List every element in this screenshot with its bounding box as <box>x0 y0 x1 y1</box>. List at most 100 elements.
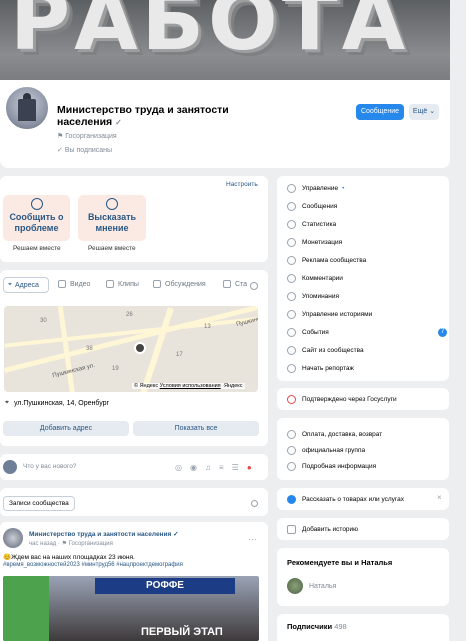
menu-item-messages[interactable]: Сообщения <box>287 197 447 215</box>
gosuslugi-row: Подтверждено через Госуслуги <box>287 390 447 408</box>
cover-text: РАБОТА <box>10 0 410 69</box>
post-meta: час назад · ⚑ Госорганизация <box>29 541 113 547</box>
tab-clips[interactable]: Клипы <box>106 280 139 288</box>
recommend-person[interactable]: Наталья <box>309 583 336 590</box>
details-icon <box>287 461 296 471</box>
map-attribution[interactable]: © Яндекс Условия использования ·Яндекс <box>132 383 245 389</box>
color-icon[interactable]: ● <box>247 463 252 472</box>
gear-icon <box>287 183 296 193</box>
post-text: 😊Ждем вас на наших площадках 23 июня. <box>3 554 135 561</box>
money-icon <box>287 237 296 247</box>
map-marker-icon[interactable] <box>134 342 146 354</box>
events-badge: 7 <box>438 327 447 337</box>
map-label: 13 <box>204 324 211 330</box>
tab-addresses[interactable]: ⌖ Адреса <box>3 277 49 293</box>
hand-icon <box>30 198 43 210</box>
card-subtitle: Решаем вместе <box>88 245 136 252</box>
mention-icon <box>287 291 296 301</box>
tab-videos[interactable]: Видео <box>58 280 90 288</box>
menu-item-manage[interactable]: Управление • <box>287 179 447 197</box>
menu-item-monetization[interactable]: Монетизация <box>287 233 447 251</box>
map[interactable]: Пушкинская ул. Пушкинская 30 13 19 17 26… <box>4 306 258 392</box>
banner-text: ПЕРВЫЙ ЭТАП <box>141 626 223 638</box>
link-icon <box>287 445 296 455</box>
avatar[interactable] <box>287 578 303 594</box>
megaphone-icon <box>287 255 296 265</box>
menu-item-comments[interactable]: Комментарии <box>287 269 447 287</box>
add-story: Добавить историю <box>287 520 447 538</box>
map-label: 30 <box>40 318 47 324</box>
camera-icon[interactable]: ◎ <box>175 463 182 472</box>
gosuslugi-card[interactable]: Подтверждено через Госуслуги <box>277 388 449 410</box>
report-problem-card[interactable]: Сообщить о проблеме <box>3 195 70 241</box>
avatar <box>3 460 17 474</box>
verified-icon: ✓ <box>173 531 179 538</box>
settings-link[interactable]: Настроить <box>226 181 258 188</box>
subscribed-status[interactable]: ✓ Вы подписаны <box>57 146 112 154</box>
clip-icon[interactable]: ◉ <box>190 463 197 472</box>
clips-icon <box>106 280 114 288</box>
message-button[interactable]: Сообщение <box>356 104 404 120</box>
show-all-button[interactable]: Показать все <box>133 421 259 436</box>
chevron-down-icon: ⌄ <box>429 108 436 115</box>
close-icon[interactable]: × <box>437 493 442 502</box>
more-button[interactable]: Ещё ⌄ <box>409 104 439 120</box>
map-label: 17 <box>176 352 183 358</box>
admin-menu: Управление • Сообщения Статистика Монетиз… <box>277 176 449 381</box>
post-hashtags[interactable]: #время_возможностей2023 #минтруд56 #нацп… <box>3 562 183 568</box>
story-icon <box>287 309 296 319</box>
menu-item-stats[interactable]: Статистика <box>287 215 447 233</box>
post-author[interactable]: Министерство труда и занятости населения… <box>29 530 179 538</box>
menu-item-mentions[interactable]: Упоминания <box>287 287 447 305</box>
promo-card[interactable]: Рассказать о товарах или услугах × <box>277 488 449 510</box>
gosuslugi-icon <box>287 394 296 404</box>
list-icon[interactable]: ☰ <box>232 463 239 472</box>
banner-text: РОФФЕ <box>95 578 235 594</box>
message-icon <box>287 201 296 211</box>
verified-icon: ✓ <box>115 118 124 127</box>
broadcast-icon <box>287 363 296 373</box>
plus-icon <box>287 524 296 534</box>
article-icon[interactable]: ≡ <box>219 463 224 472</box>
recommend-card: Рекомендуете вы и Наталья Наталья <box>277 548 449 606</box>
menu-item-stories[interactable]: Управление историями <box>287 305 447 323</box>
pin-icon: ⌖ <box>8 281 12 288</box>
article-icon <box>223 280 231 288</box>
recommend-title: Рекомендуете вы и Наталья <box>287 558 393 567</box>
map-label: 38 <box>86 346 93 352</box>
post-input[interactable]: Что у вас нового? <box>23 463 76 470</box>
comment-icon <box>287 273 296 283</box>
promo-row: Рассказать о товарах или услугах <box>287 490 447 508</box>
info-icon <box>287 429 296 439</box>
video-icon <box>58 280 66 288</box>
menu-item-live[interactable]: Начать репортаж <box>287 359 447 377</box>
add-address-button[interactable]: Добавить адрес <box>3 421 129 436</box>
tab-community-posts[interactable]: Записи сообщества <box>3 496 75 511</box>
address-row[interactable]: ⌖ ул.Пушкинская, 14, Оренбург <box>5 399 109 407</box>
card-subtitle: Решаем вместе <box>13 245 61 252</box>
info-details[interactable]: Подробная информация <box>287 457 447 475</box>
avatar[interactable] <box>3 84 51 132</box>
post-image[interactable]: РОФФЕ ПЕРВЫЙ ЭТАП <box>3 576 259 641</box>
music-icon[interactable]: ♫ <box>205 463 211 472</box>
subscribers-label: Подписчики 498 <box>287 622 347 631</box>
more-icon[interactable]: ··· <box>248 534 257 544</box>
tab-discussions[interactable]: Обсуждения <box>153 280 206 288</box>
map-label: 19 <box>112 366 119 372</box>
menu-item-ads[interactable]: Реклама сообщества <box>287 251 447 269</box>
menu-item-events[interactable]: События 7 <box>287 323 447 341</box>
story-card[interactable]: Добавить историю <box>277 518 449 540</box>
calendar-icon <box>287 327 296 337</box>
chat-icon <box>287 494 296 504</box>
info-card: Оплата, доставка, возврат официальная гр… <box>277 418 449 480</box>
tab-articles[interactable]: Ста <box>223 280 247 288</box>
pin-icon: ⌖ <box>5 399 9 406</box>
map-label: Пушкинская ул. <box>51 362 96 380</box>
share-opinion-card[interactable]: Высказать мнение <box>78 195 146 241</box>
gear-icon[interactable] <box>250 282 258 290</box>
subscribers-card[interactable]: Подписчики 498 <box>277 614 449 641</box>
search-icon[interactable] <box>251 500 258 507</box>
map-label: Пушкинская <box>235 314 258 328</box>
menu-item-site[interactable]: Сайт из сообщества <box>287 341 447 359</box>
avatar[interactable] <box>3 528 23 548</box>
